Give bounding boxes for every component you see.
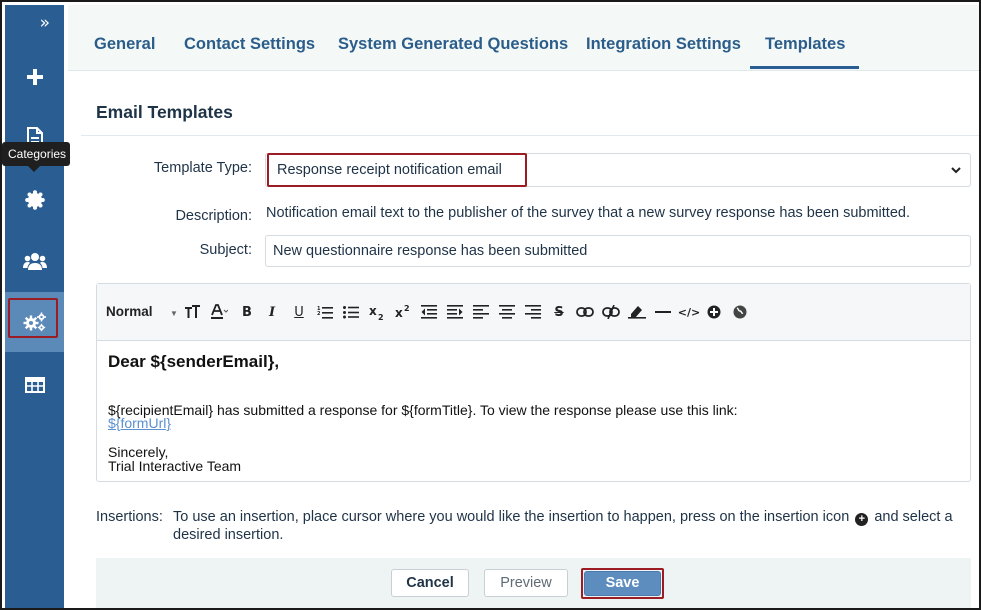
sidebar-tooltip: Categories xyxy=(2,142,71,172)
insertions-label: Insertions: xyxy=(96,509,163,525)
sidebar-item-add[interactable] xyxy=(5,47,64,107)
bold-icon[interactable]: B xyxy=(237,301,257,323)
insertion-plus-icon[interactable] xyxy=(704,301,724,323)
plus-icon xyxy=(26,68,44,86)
app-frame: » Categories General Contact Settings Sy… xyxy=(0,0,981,610)
svg-text:2: 2 xyxy=(404,304,410,313)
font-size-icon[interactable] xyxy=(183,301,203,323)
highlight-box-settings xyxy=(8,298,58,338)
sidebar-item-categories[interactable] xyxy=(5,170,64,230)
svg-text:x: x xyxy=(395,306,403,320)
underline-icon[interactable]: U xyxy=(289,301,309,323)
align-right-icon[interactable] xyxy=(523,301,543,323)
subject-label: Subject: xyxy=(199,242,252,258)
cancel-button[interactable]: Cancel xyxy=(391,569,469,597)
description-label: Description: xyxy=(175,208,252,224)
insertion-plus-icon: + xyxy=(855,513,869,526)
email-form-link[interactable]: ${formUrl} xyxy=(108,415,171,431)
settings-tabs: General Contact Settings System Generate… xyxy=(68,5,979,71)
template-type-value: Response receipt notification email xyxy=(277,162,502,178)
email-greeting: Dear ${senderEmail}, xyxy=(108,352,280,371)
outdent-icon[interactable] xyxy=(419,301,439,323)
active-tab-indicator xyxy=(750,66,859,69)
code-view-icon[interactable]: </> xyxy=(678,301,700,323)
double-chevron-right-icon[interactable]: » xyxy=(5,13,64,33)
badge-icon xyxy=(24,190,45,210)
sidebar-item-users[interactable] xyxy=(5,231,64,291)
tab-system-generated-questions[interactable]: System Generated Questions xyxy=(338,35,568,54)
email-body-line: ${recipientEmail} has submitted a respon… xyxy=(108,402,738,418)
format-dropdown[interactable]: Normal xyxy=(106,304,153,319)
tab-templates[interactable]: Templates xyxy=(765,35,845,54)
insertions-help-text: To use an insertion, place cursor where … xyxy=(173,508,973,544)
indent-icon[interactable] xyxy=(445,301,465,323)
strikethrough-icon[interactable]: S xyxy=(549,301,569,323)
template-type-select[interactable]: Response receipt notification email xyxy=(265,153,971,187)
svg-text:2: 2 xyxy=(378,313,384,321)
editor-content[interactable]: Dear ${senderEmail}, ${recipientEmail} h… xyxy=(97,342,970,481)
panel-title: Email Templates xyxy=(96,102,233,122)
ordered-list-icon[interactable]: 12 xyxy=(315,301,335,323)
svg-text:x: x xyxy=(369,304,377,318)
globe-icon[interactable] xyxy=(730,301,750,323)
preview-button[interactable]: Preview xyxy=(484,569,568,597)
font-color-icon[interactable] xyxy=(209,301,229,323)
italic-icon[interactable]: I xyxy=(262,301,282,323)
users-icon xyxy=(22,251,47,271)
panel-header: Email Templates xyxy=(81,86,979,136)
editor-toolbar: Normal ▼ B I U 12 x2 x2 S </> xyxy=(97,284,970,341)
template-type-label: Template Type: xyxy=(153,160,252,176)
clear-format-icon[interactable] xyxy=(627,301,647,323)
caret-down-icon: ▼ xyxy=(170,309,178,318)
align-center-icon[interactable] xyxy=(497,301,517,323)
bullet-list-icon[interactable] xyxy=(341,301,361,323)
sidebar-item-tables[interactable] xyxy=(5,355,64,415)
tab-integration-settings[interactable]: Integration Settings xyxy=(586,35,741,54)
insertions-text-before: To use an insertion, place cursor where … xyxy=(173,509,850,525)
superscript-icon[interactable]: x2 xyxy=(393,301,413,323)
tab-contact-settings[interactable]: Contact Settings xyxy=(184,35,315,54)
chevron-down-icon xyxy=(950,163,962,181)
align-left-icon[interactable] xyxy=(471,301,491,323)
tab-general[interactable]: General xyxy=(94,35,155,54)
unlink-icon[interactable] xyxy=(601,301,621,323)
email-body-editor: Normal ▼ B I U 12 x2 x2 S </> Dear ${sen… xyxy=(96,283,971,482)
save-button[interactable]: Save xyxy=(584,571,661,596)
link-icon[interactable] xyxy=(575,301,595,323)
subject-input[interactable] xyxy=(265,235,971,267)
email-signature: Trial Interactive Team xyxy=(108,458,242,474)
table-icon xyxy=(24,377,45,393)
subscript-icon[interactable]: x2 xyxy=(367,301,387,323)
horizontal-rule-icon[interactable] xyxy=(653,301,673,323)
description-text: Notification email text to the publisher… xyxy=(266,205,910,221)
svg-text:2: 2 xyxy=(317,311,321,317)
